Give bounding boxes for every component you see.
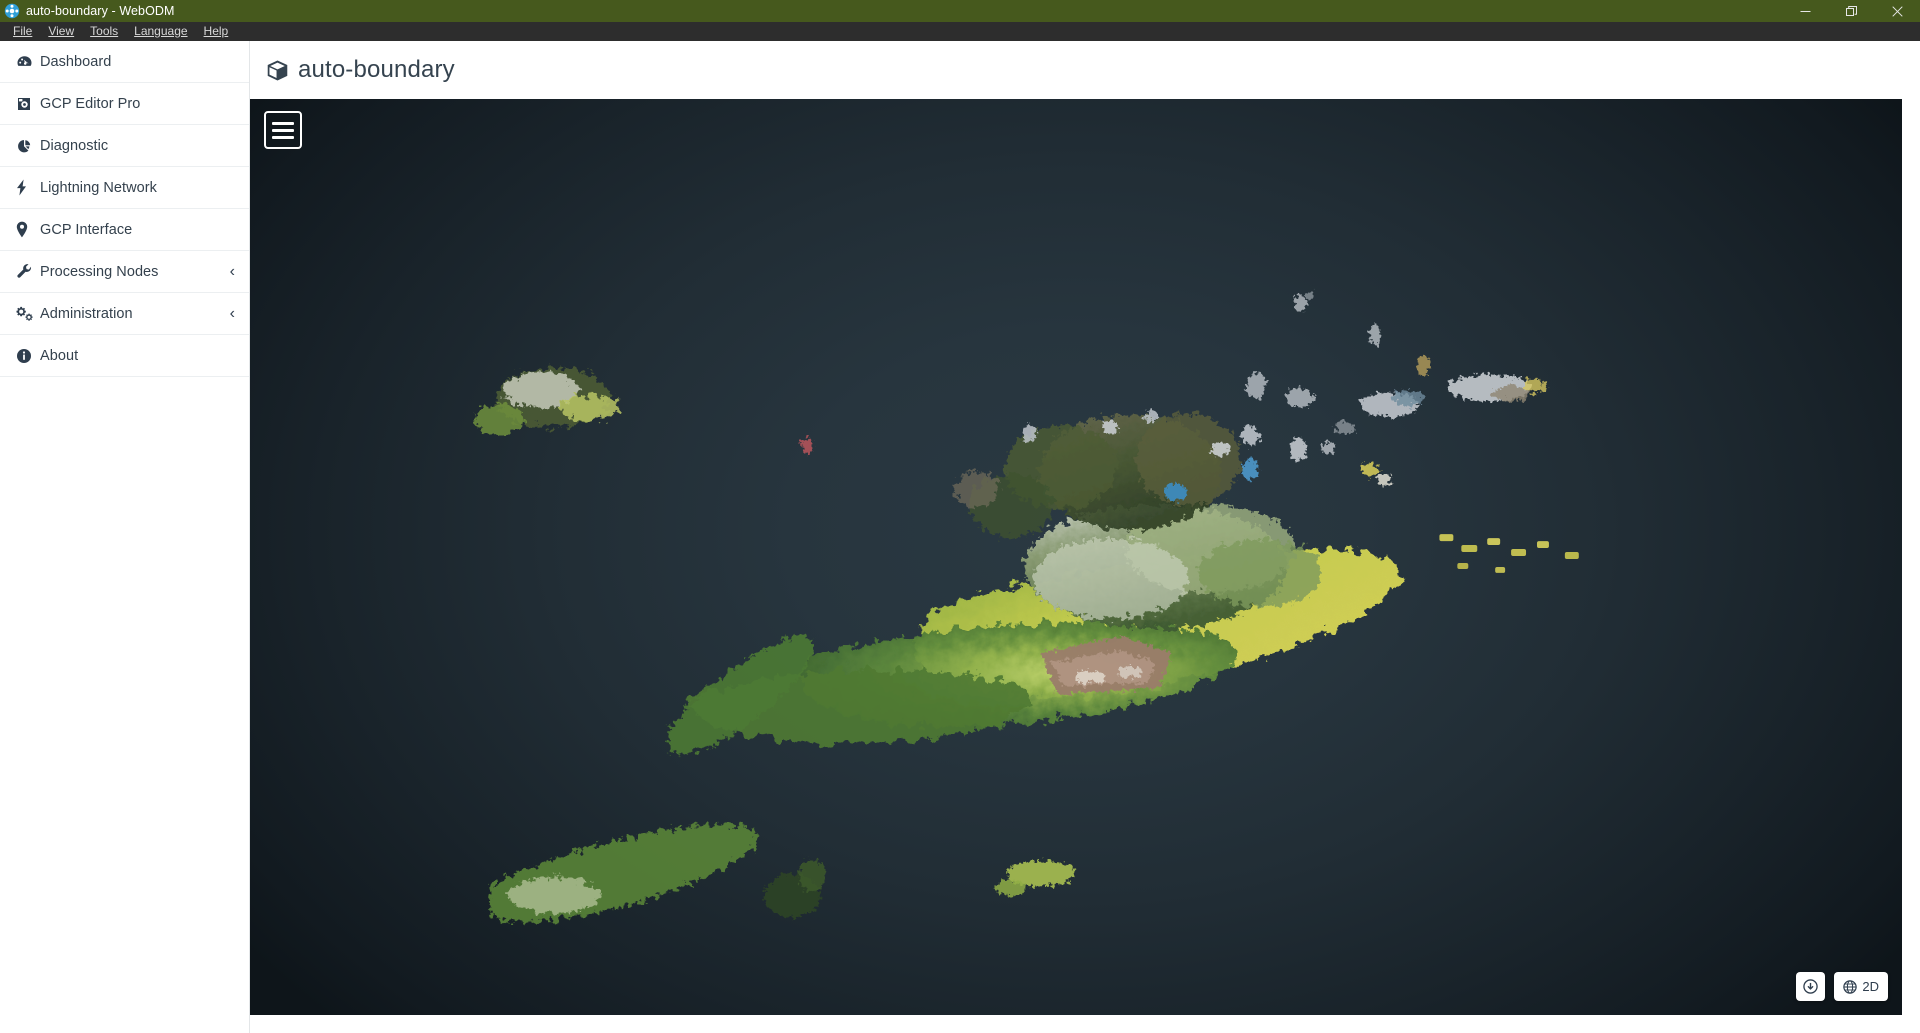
hamburger-menu-icon-bar [272,128,294,132]
dashboard-icon [16,53,35,70]
menu-file-label: File [13,24,33,38]
sidebar-item-label: Processing Nodes [40,263,159,280]
page-header: auto-boundary [250,41,1920,99]
sidebar-item-label: About [40,347,79,364]
main-content: auto-boundary 2D [250,41,1920,1033]
cube-icon [266,59,289,82]
menu-tools-label: Tools [90,24,119,38]
sidebar-item-dashboard[interactable]: Dashboard [0,41,249,83]
hamburger-menu-icon-bar [272,121,294,125]
bolt-icon [16,179,35,196]
download-circle-icon [1803,979,1819,994]
gcp-editor-icon [16,96,35,112]
sidebar-item-gcp-editor-pro[interactable]: GCP Editor Pro [0,83,249,125]
menu-help-label: Help [203,24,229,38]
sidebar-chevron[interactable]: ‹ [230,305,235,323]
point-cloud-render [250,99,1902,1015]
window-close-button[interactable] [1874,0,1920,22]
sidebar-item-about[interactable]: About [0,335,249,377]
sidebar-item-administration[interactable]: Administration ‹ [0,293,249,335]
viewer-menu-button[interactable] [264,111,302,149]
window-controls [1782,0,1920,22]
window-maximize-button[interactable] [1828,0,1874,22]
hamburger-menu-icon-bar [272,135,294,139]
menu-language-label: Language [134,24,188,38]
menu-file[interactable]: File [5,23,40,40]
3d-model-viewer[interactable]: 2D [250,99,1902,1015]
close-icon [1891,5,1903,17]
sidebar-item-label: GCP Interface [40,221,133,238]
application-menubar: File View Tools Language Help [0,22,1920,41]
webodm-logo-icon [4,3,20,19]
minimize-icon [1800,10,1810,12]
sidebar-item-lightning-network[interactable]: Lightning Network [0,167,249,209]
cogs-icon [16,306,35,322]
page-title: auto-boundary [298,56,455,83]
globe-icon [1843,979,1858,994]
sidebar-item-label: Lightning Network [40,179,157,196]
sidebar-item-processing-nodes[interactable]: Processing Nodes ‹ [0,251,249,293]
sidebar-item-label: Administration [40,305,133,322]
menu-view-label: View [48,24,75,38]
pie-chart-icon [16,138,35,154]
menu-view[interactable]: View [40,23,82,40]
menu-help[interactable]: Help [196,23,237,40]
sidebar-item-label: GCP Editor Pro [40,95,141,112]
menu-tools[interactable]: Tools [82,23,126,40]
window-titlebar: auto-boundary - WebODM [0,0,1920,22]
sidebar-item-label: Diagnostic [40,137,109,154]
wrench-icon [16,263,35,280]
sidebar-item-diagnostic[interactable]: Diagnostic [0,125,249,167]
viewer-toolbar: 2D [1796,972,1888,1001]
restore-icon [1845,5,1857,16]
main-sidebar: Dashboard GCP Editor Pro Diagnostic Ligh… [0,41,250,1033]
download-button[interactable] [1796,972,1826,1001]
map-marker-icon [16,221,35,238]
menu-language[interactable]: Language [126,23,195,40]
window-minimize-button[interactable] [1782,0,1828,22]
viewer-button-label: 2D [1862,979,1879,994]
sidebar-chevron[interactable]: ‹ [230,263,235,281]
window-title: auto-boundary - WebODM [26,4,175,18]
switch-to-2d-button[interactable]: 2D [1834,972,1888,1001]
sidebar-item-label: Dashboard [40,53,112,70]
model-viewer-container: 2D [250,99,1902,1015]
info-circle-icon [16,348,35,364]
sidebar-item-gcp-interface[interactable]: GCP Interface [0,209,249,251]
application-body: Dashboard GCP Editor Pro Diagnostic Ligh… [0,41,1920,1033]
